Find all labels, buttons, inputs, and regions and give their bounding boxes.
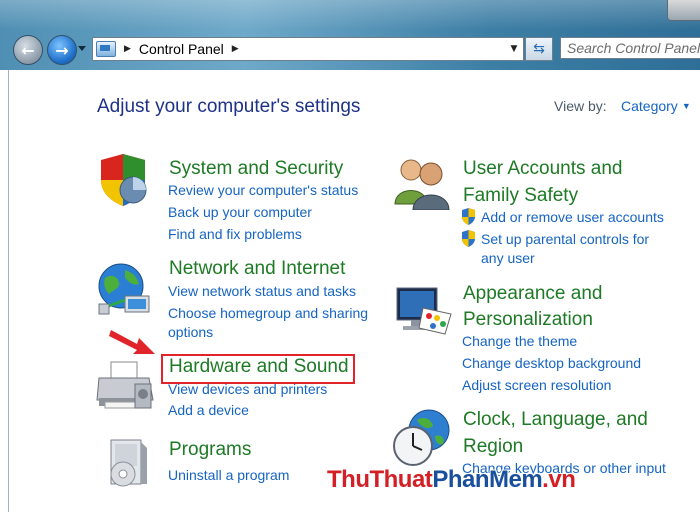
link-parental-controls[interactable]: Set up parental controls for <box>481 229 649 250</box>
view-by-dropdown[interactable]: Category ▼ <box>621 98 691 114</box>
clock-globe-icon[interactable] <box>391 408 455 468</box>
address-bar[interactable]: ▶ Control Panel ▶ ▼ <box>92 37 524 61</box>
category-system-security[interactable]: System and Security <box>169 156 343 182</box>
category-clock-line2[interactable]: Region <box>463 434 523 460</box>
link-add-device[interactable]: Add a device <box>168 400 249 421</box>
refresh-icon: ⇆ <box>533 41 545 57</box>
category-clock-line1[interactable]: Clock, Language, and <box>463 407 648 433</box>
link-homegroup-options[interactable]: options <box>168 322 213 343</box>
category-user-accounts-line2[interactable]: Family Safety <box>463 183 578 209</box>
users-icon[interactable] <box>391 154 453 210</box>
breadcrumb-arrow-icon[interactable]: ▶ <box>232 44 239 54</box>
uac-shield-icon <box>462 208 475 225</box>
recent-pages-dropdown[interactable] <box>78 46 86 51</box>
category-appearance-line1[interactable]: Appearance and <box>463 281 602 307</box>
control-panel-icon <box>96 41 116 57</box>
link-review-status[interactable]: Review your computer's status <box>168 180 358 201</box>
link-uninstall[interactable]: Uninstall a program <box>168 465 289 486</box>
link-desktop-background[interactable]: Change desktop background <box>462 353 641 374</box>
forward-arrow-icon: → <box>55 40 69 60</box>
programs-box-icon[interactable] <box>101 436 153 488</box>
red-arrow-icon <box>109 330 155 354</box>
watermark-part2: PhanMem <box>432 466 543 493</box>
link-screen-resolution[interactable]: Adjust screen resolution <box>462 375 611 396</box>
printer-icon[interactable] <box>95 360 157 414</box>
search-input[interactable] <box>567 40 700 56</box>
breadcrumb-control-panel[interactable]: Control Panel <box>139 41 224 57</box>
link-backup[interactable]: Back up your computer <box>168 202 312 223</box>
link-add-remove-users[interactable]: Add or remove user accounts <box>481 207 664 228</box>
shield-icon[interactable] <box>97 154 153 206</box>
view-by-value[interactable]: Category <box>621 98 678 114</box>
window-chrome: ← → ▶ Control Panel ▶ ▼ ⇆ <box>0 0 700 70</box>
control-panel-content: Adjust your computer's settings View by:… <box>8 70 700 512</box>
watermark-part3: .vn <box>542 466 576 493</box>
view-by-label: View by: <box>554 98 607 114</box>
category-user-accounts-line1[interactable]: User Accounts and <box>463 156 622 182</box>
monitor-palette-icon[interactable] <box>393 284 455 340</box>
uac-shield-icon <box>462 230 475 247</box>
page-title: Adjust your computer's settings <box>97 96 361 117</box>
link-find-fix[interactable]: Find and fix problems <box>168 224 302 245</box>
category-network-internet[interactable]: Network and Internet <box>169 256 345 282</box>
link-network-status[interactable]: View network status and tasks <box>168 281 356 302</box>
breadcrumb-arrow-icon[interactable]: ▶ <box>124 44 131 54</box>
close-button[interactable] <box>667 0 700 21</box>
forward-button[interactable]: → <box>47 35 77 65</box>
link-homegroup[interactable]: Choose homegroup and sharing <box>168 303 368 324</box>
search-box[interactable] <box>560 37 700 59</box>
back-arrow-icon: ← <box>21 40 35 60</box>
refresh-button[interactable]: ⇆ <box>525 37 553 61</box>
link-change-theme[interactable]: Change the theme <box>462 331 577 352</box>
address-dropdown-button[interactable]: ▼ <box>505 38 523 60</box>
watermark: ThuThuatPhanMem.vn <box>327 466 576 494</box>
back-button[interactable]: ← <box>13 35 43 65</box>
link-devices-printers[interactable]: View devices and printers <box>168 379 327 400</box>
category-hardware-sound[interactable]: Hardware and Sound <box>169 354 349 380</box>
chrome-glare <box>0 0 700 30</box>
category-programs[interactable]: Programs <box>169 437 251 463</box>
watermark-part1: ThuThuat <box>327 466 433 493</box>
link-parental-controls-any-user[interactable]: any user <box>481 248 535 269</box>
category-appearance-line2[interactable]: Personalization <box>463 307 593 333</box>
globe-network-icon[interactable] <box>95 260 157 322</box>
dropdown-caret-icon: ▼ <box>681 101 691 111</box>
